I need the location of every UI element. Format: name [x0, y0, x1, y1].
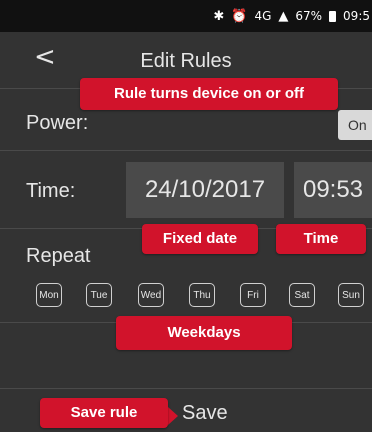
day-sat[interactable]: Sat	[289, 283, 315, 307]
battery-percent: 67%	[295, 9, 323, 23]
battery-icon	[329, 10, 337, 22]
time-callout: Time	[276, 224, 366, 254]
day-tue[interactable]: Tue	[86, 283, 112, 307]
date-field[interactable]: 24/10/2017	[126, 162, 284, 218]
day-sun[interactable]: Sun	[338, 283, 364, 307]
day-thu[interactable]: Thu	[189, 283, 215, 307]
status-time: 09:5	[343, 9, 370, 23]
signal-icon: ▲	[278, 8, 289, 24]
divider	[0, 150, 372, 151]
repeat-label: Repeat	[26, 245, 91, 267]
day-fri[interactable]: Fri	[240, 283, 266, 307]
status-bar: ✱ ⏰ 4G ▲ 67% 09:5	[0, 0, 372, 32]
time-label: Time:	[26, 180, 76, 202]
page-title: Edit Rules	[140, 50, 232, 72]
save-callout: Save rule	[40, 398, 168, 428]
power-toggle[interactable]: On	[338, 110, 372, 140]
power-label: Power:	[26, 112, 89, 134]
alarm-icon: ⏰	[231, 8, 248, 24]
day-mon[interactable]: Mon	[36, 283, 62, 307]
day-wed[interactable]: Wed	[138, 283, 164, 307]
power-callout: Rule turns device on or off	[80, 78, 338, 110]
divider	[0, 388, 372, 389]
save-button[interactable]: Save	[182, 402, 228, 425]
weekdays-callout: Weekdays	[116, 316, 292, 350]
bluetooth-icon: ✱	[213, 8, 225, 24]
date-callout: Fixed date	[142, 224, 258, 254]
save-callout-arrow	[168, 407, 178, 425]
signal-text: 4G	[254, 9, 272, 23]
time-field[interactable]: 09:53	[294, 162, 372, 218]
